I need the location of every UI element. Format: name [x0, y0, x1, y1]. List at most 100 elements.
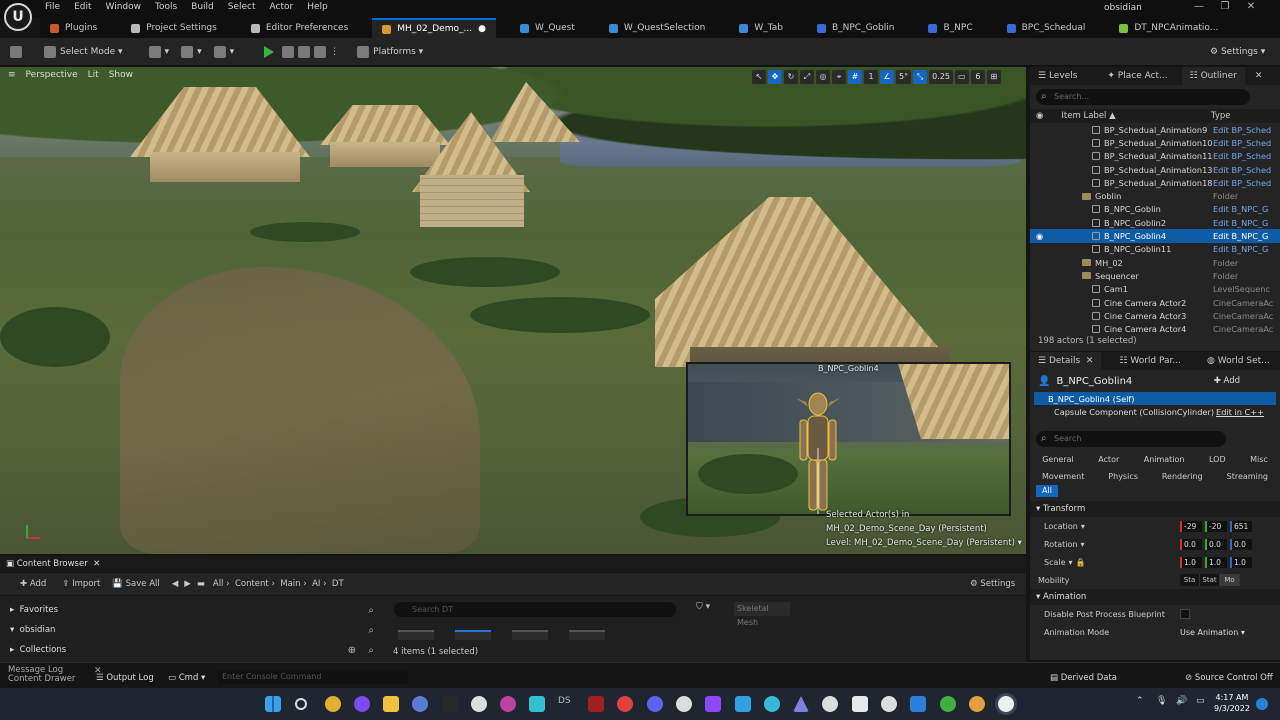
doc-tab[interactable]: B_NPC [918, 18, 982, 38]
menu-help[interactable]: Help [307, 2, 328, 12]
collections-row[interactable]: ▸ Collections ⊕ ⌕ [0, 640, 382, 660]
app-icon[interactable] [500, 696, 516, 712]
column-item-label[interactable]: Item Label ▲ [1061, 111, 1115, 121]
animation-section[interactable]: ▾ Animation [1030, 589, 1280, 605]
outliner-row[interactable]: Cine Camera Actor4 CineCameraAc [1030, 322, 1280, 335]
location-x[interactable]: -29 [1180, 520, 1202, 532]
menu-window[interactable]: Window [106, 2, 142, 12]
outliner-row[interactable]: BP_Schedual_Animation9 Edit BP_Sched [1030, 123, 1280, 136]
rotation-z[interactable]: 0.0 [1230, 538, 1252, 550]
category-animation[interactable]: Animation [1144, 455, 1185, 464]
network-icon[interactable]: ▭ [1196, 696, 1212, 712]
app-icon[interactable] [793, 696, 809, 712]
world-space-icon[interactable]: ◎ [816, 70, 830, 84]
app-icon[interactable] [588, 696, 604, 712]
discord-icon[interactable] [647, 696, 663, 712]
github-icon[interactable] [676, 696, 692, 712]
lock-icon[interactable]: 🔒 [1076, 558, 1086, 567]
select-mode-button[interactable]: Select Mode ▾ [44, 45, 123, 58]
cmd-dropdown[interactable]: ▭ Cmd ▾ [168, 673, 205, 683]
app-icon[interactable] [822, 696, 838, 712]
outliner-row[interactable]: Cine Camera Actor3 CineCameraAc [1030, 309, 1280, 322]
app-icon[interactable] [529, 696, 545, 712]
camera-preview-window[interactable] [686, 362, 1011, 516]
outliner-row[interactable]: MH_02 Folder [1030, 256, 1280, 269]
outliner-item-type[interactable]: Edit B_NPC_G [1213, 231, 1268, 241]
chrome-icon[interactable] [940, 696, 956, 712]
details-search-input[interactable]: Search [1036, 431, 1226, 447]
visibility-icon[interactable]: ◉ [1036, 231, 1043, 241]
outliner-row[interactable]: BP_Schedual_Animation11 Edit BP_Sched [1030, 150, 1280, 163]
doc-tab[interactable]: Editor Preferences [241, 18, 358, 38]
menu-tools[interactable]: Tools [155, 2, 177, 12]
scale-x[interactable]: 1.0 [1180, 556, 1202, 568]
asset-thumbnail[interactable] [398, 630, 434, 640]
category-streaming[interactable]: Streaming [1227, 472, 1268, 481]
outliner-row[interactable]: B_NPC_Goblin Edit B_NPC_G [1030, 203, 1280, 216]
surface-snap-icon[interactable]: ⌖ [832, 70, 846, 84]
outliner-row[interactable]: BP_Schedual_Animation13 Edit BP_Sched [1030, 163, 1280, 176]
tab-world-partition[interactable]: ☷ World Par... [1111, 352, 1189, 370]
app-icon[interactable] [764, 696, 780, 712]
epic-games-icon[interactable] [442, 696, 458, 712]
capsule-component-row[interactable]: Capsule Component (CollisionCylinder) Ed… [1030, 405, 1280, 419]
notification-icon[interactable] [1256, 698, 1268, 710]
unreal-logo-icon[interactable]: U [4, 3, 32, 31]
location-y[interactable]: -20 [1205, 520, 1227, 532]
tray-chevron-icon[interactable]: ⌃ [1136, 696, 1152, 712]
more-options-icon[interactable]: ⋮ [330, 47, 339, 57]
outliner-row[interactable]: B_NPC_Goblin2 Edit B_NPC_G [1030, 216, 1280, 229]
grid-snap-value[interactable]: 1 [864, 70, 878, 84]
category-misc[interactable]: Misc [1250, 455, 1268, 464]
eject-icon[interactable] [314, 45, 327, 58]
app-icon[interactable] [735, 696, 751, 712]
filter-icon[interactable]: ⛉ ▾ [696, 602, 710, 612]
rotation-snap-value[interactable]: 5° [896, 70, 912, 84]
doc-tab[interactable]: W_QuestSelection [599, 18, 715, 38]
tab-details[interactable]: ☰ Details ✕ [1030, 352, 1102, 370]
outliner-row[interactable]: Cam1 LevelSequenc [1030, 283, 1280, 296]
mobility-stationary[interactable]: Stat [1200, 574, 1220, 586]
outliner-item-type[interactable]: Edit BP_Sched [1213, 138, 1271, 148]
mobility-movable[interactable]: Mo [1220, 574, 1240, 586]
outliner-search-input[interactable]: Search... [1036, 89, 1250, 105]
tab-outliner[interactable]: ☷ Outliner [1181, 67, 1245, 85]
console-command-input[interactable]: Enter Console Command [218, 670, 408, 684]
doc-tab[interactable]: BPC_Schedual [997, 18, 1096, 38]
volume-icon[interactable]: 🔊 [1176, 696, 1192, 712]
self-component-row[interactable]: B_NPC_Goblin4 (Self) [1034, 392, 1276, 405]
microphone-icon[interactable]: 🎙 [1156, 696, 1172, 712]
location-z[interactable]: 651 [1230, 520, 1252, 532]
close-icon[interactable]: ✕ [1238, 1, 1264, 12]
app-icon[interactable] [412, 696, 428, 712]
visibility-icon[interactable]: ◉ [1036, 111, 1043, 121]
grid-snap-icon[interactable]: # [848, 70, 862, 84]
asset-search-input[interactable]: Search DT [394, 602, 676, 617]
output-log-button[interactable]: ☰ Output Log [96, 673, 154, 683]
outliner-row[interactable]: Goblin Folder [1030, 189, 1280, 202]
level-viewport[interactable]: B_NPC_Goblin4 [0, 67, 1026, 554]
show-button[interactable]: Show [109, 70, 133, 80]
derived-data-button[interactable]: ▤ Derived Data [1050, 673, 1117, 683]
chrome-icon[interactable] [617, 696, 633, 712]
search-icon[interactable]: ⌕ [368, 625, 374, 636]
viewport-menu-icon[interactable]: ≡ [8, 70, 16, 80]
outliner-item-type[interactable]: Edit BP_Sched [1213, 178, 1271, 188]
category-all[interactable]: All [1036, 485, 1058, 497]
search-icon[interactable] [295, 698, 307, 710]
scale-tool-icon[interactable]: ⤢ [800, 70, 814, 84]
tab-modified-icon[interactable]: ● [478, 24, 486, 34]
doc-tab[interactable]: Project Settings [121, 18, 227, 38]
menu-build[interactable]: Build [191, 2, 214, 12]
tab-content-browser[interactable]: ▣ Content Browser ✕ [6, 559, 100, 569]
unreal-icon[interactable] [998, 696, 1014, 712]
taskbar-clock[interactable]: 4:17 AM 9/3/2022 [1214, 692, 1250, 714]
close-icon[interactable]: ✕ [1255, 71, 1263, 81]
history-back-icon[interactable]: ◀ [172, 579, 179, 589]
disable-pp-checkbox[interactable] [1180, 609, 1190, 619]
cinematics-button[interactable]: ▾ [213, 45, 234, 58]
tab-levels[interactable]: ☰ Levels [1030, 67, 1085, 85]
stop-icon[interactable] [298, 45, 311, 58]
add-component-button[interactable]: ✚ Add [1214, 376, 1240, 386]
favorites-row[interactable]: ▸ Favorites ⌕ [0, 600, 382, 620]
